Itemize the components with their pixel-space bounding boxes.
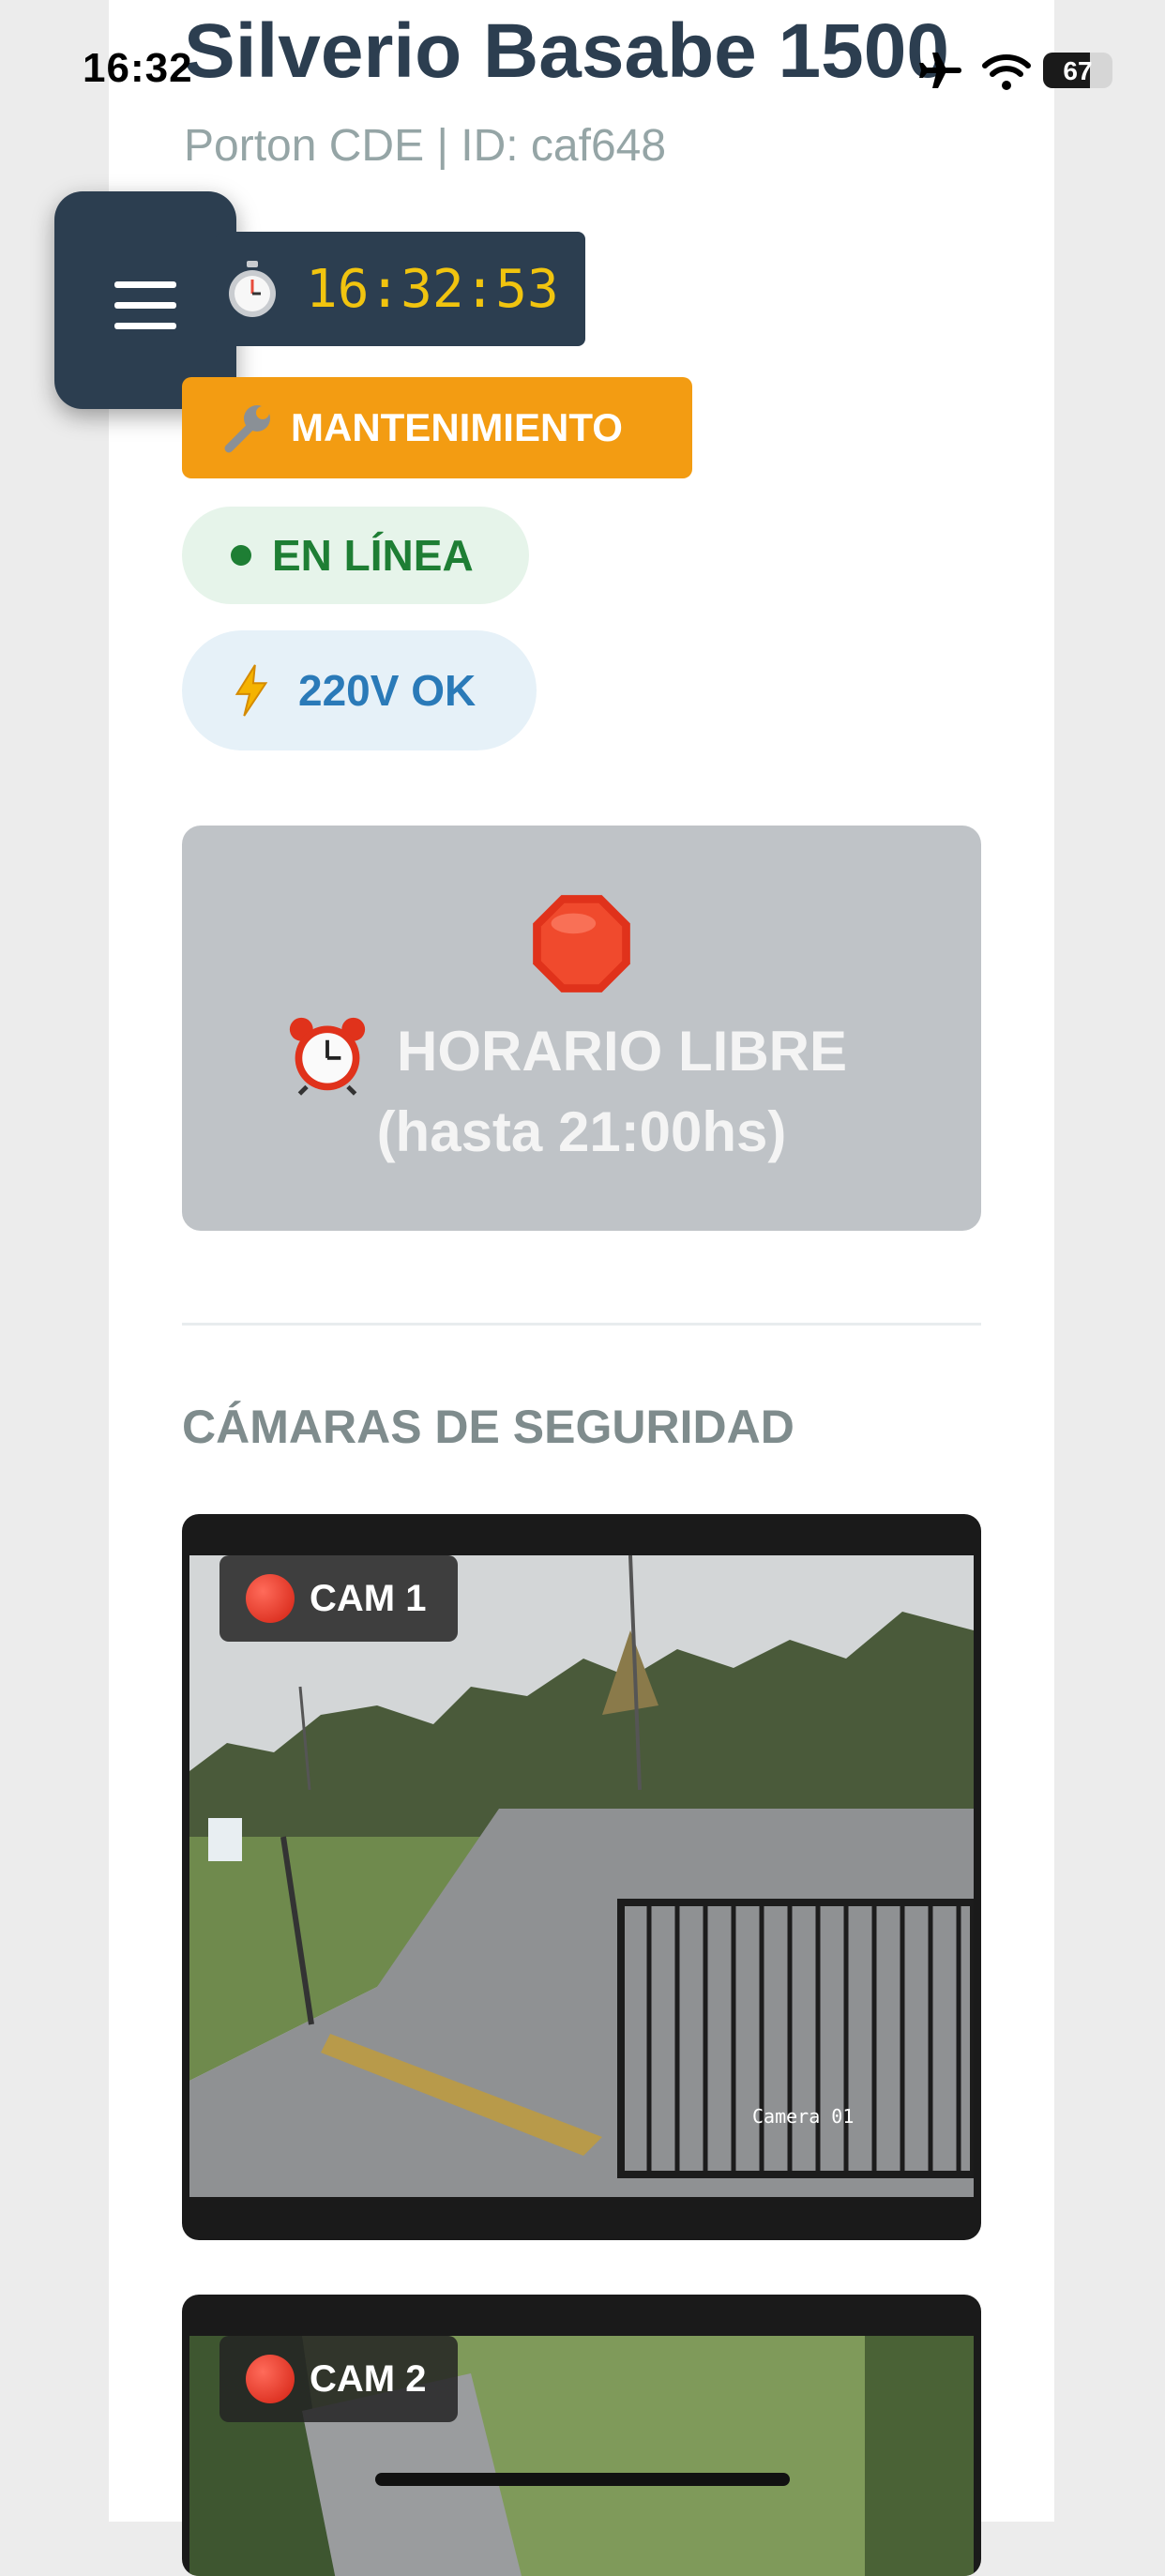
section-divider	[182, 1323, 981, 1326]
camera-1-label: CAM 1	[219, 1555, 459, 1642]
schedule-until: (hasta 21:00hs)	[376, 1100, 787, 1163]
page-subtitle: Porton CDE | ID: caf648	[184, 121, 667, 171]
camera-feed-2[interactable]: CAM 2	[182, 2295, 981, 2576]
hamburger-icon-line-1	[114, 281, 176, 288]
online-label: EN LÍNEA	[272, 531, 474, 580]
schedule-status-panel: HORARIO LIBRE (hasta 21:00hs)	[182, 826, 981, 1231]
camera-1-name: CAM 1	[310, 1577, 427, 1619]
stopwatch-icon	[229, 261, 276, 317]
battery-percent: 67	[1063, 56, 1093, 85]
wifi-icon	[982, 54, 1031, 90]
battery-icon: 67	[1043, 53, 1112, 88]
hamburger-icon-line-2	[114, 302, 176, 309]
recording-dot-icon	[246, 2355, 295, 2403]
camera-1-image	[189, 1555, 974, 2197]
power-label: 220V OK	[298, 666, 477, 715]
hamburger-icon	[114, 473, 176, 479]
camera-1-caption: Camera 01	[752, 2105, 855, 2128]
dot-icon	[231, 545, 251, 566]
clock-time: 16:32:53	[306, 259, 559, 320]
maintenance-label: MANTENIMIENTO	[291, 405, 623, 449]
wrench-icon	[224, 405, 270, 453]
airplane-icon	[919, 53, 961, 88]
online-badge: EN LÍNEA	[182, 507, 529, 604]
power-badge: 220V OK	[182, 630, 537, 750]
page-title: Silverio Basabe 1500	[184, 8, 949, 94]
camera-2-label: CAM 2	[219, 2336, 459, 2422]
maintenance-badge: MANTENIMIENTO	[182, 377, 692, 478]
camera-2-name: CAM 2	[310, 2357, 427, 2400]
camera-feed-1[interactable]: CAM 1 Camera 01	[182, 1514, 981, 2240]
stop-sign-icon	[533, 895, 630, 993]
status-bar-time: 16:32	[83, 45, 193, 91]
lightning-icon	[235, 664, 268, 717]
hamburger-icon-line-3	[114, 323, 176, 329]
home-indicator[interactable]	[375, 2473, 790, 2486]
schedule-title: HORARIO LIBRE	[397, 1020, 847, 1083]
recording-dot-icon	[246, 1574, 295, 1623]
cameras-section-title: CÁMARAS DE SEGURIDAD	[182, 1401, 794, 1453]
